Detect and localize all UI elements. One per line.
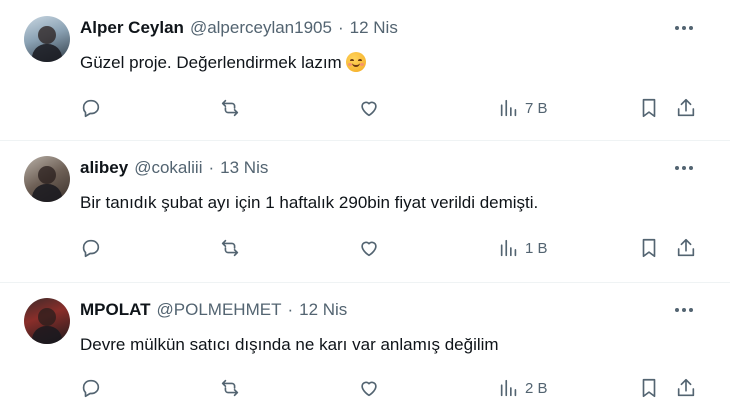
views-button[interactable]: 2 B — [498, 376, 548, 400]
repost-button[interactable] — [219, 236, 241, 260]
views-count: 7 B — [525, 99, 548, 117]
heart-icon — [361, 381, 377, 397]
bookmark-icon — [642, 98, 656, 118]
reply-button[interactable] — [80, 376, 102, 400]
more-options-icon[interactable] — [672, 300, 696, 320]
more-options-icon[interactable] — [672, 18, 696, 38]
reply-date[interactable]: 12 Nis — [350, 18, 398, 38]
repost-icon — [221, 239, 239, 257]
reply-item[interactable]: alibey @cokaliii · 13 Nis Bir tanıdık şu… — [0, 140, 730, 282]
separator-dot: · — [208, 158, 215, 177]
heart-icon — [361, 101, 377, 117]
smiling-face-emoji-icon — [345, 52, 366, 72]
analytics-icon — [500, 379, 517, 397]
share-icon — [677, 98, 695, 117]
reply-item[interactable]: Alper Ceylan @alperceylan1905 · 12 Nis G… — [0, 0, 730, 140]
action-bar: 7 B — [0, 94, 730, 122]
views-button[interactable]: 1 B — [498, 236, 548, 260]
user-handle[interactable]: @cokaliii — [134, 158, 202, 178]
reply-date[interactable]: 13 Nis — [220, 158, 268, 178]
reply-text: Bir tanıdık şubat ayı için 1 haftalık 29… — [80, 193, 539, 212]
views-count: 1 B — [525, 239, 548, 257]
share-icon — [677, 378, 695, 397]
reply-icon — [82, 239, 100, 258]
views-count: 2 B — [525, 379, 548, 397]
reply-header: MPOLAT @POLMEHMET · 12 Nis — [80, 300, 347, 320]
reply-header: alibey @cokaliii · 13 Nis — [80, 158, 268, 178]
like-button[interactable] — [358, 236, 380, 260]
display-name[interactable]: MPOLAT — [80, 300, 151, 320]
like-button[interactable] — [358, 96, 380, 120]
reply-text: Güzel proje. Değerlendirmek lazım — [80, 52, 366, 74]
heart-icon — [361, 241, 377, 257]
reply-button[interactable] — [80, 236, 102, 260]
reply-button[interactable] — [80, 96, 102, 120]
user-handle[interactable]: @alperceylan1905 — [190, 18, 332, 38]
reply-date[interactable]: 12 Nis — [299, 300, 347, 320]
reply-header: Alper Ceylan @alperceylan1905 · 12 Nis — [80, 18, 398, 38]
separator-dot: · — [337, 18, 344, 37]
reply-text-content: Güzel proje. Değerlendirmek lazım — [80, 53, 342, 72]
share-button[interactable] — [675, 376, 697, 400]
reply-icon — [82, 379, 100, 398]
share-icon — [677, 238, 695, 257]
bookmark-button[interactable] — [638, 96, 660, 120]
share-button[interactable] — [675, 236, 697, 260]
more-options-icon[interactable] — [672, 158, 696, 178]
analytics-icon — [500, 239, 517, 257]
action-bar: 2 B — [0, 374, 730, 402]
reply-icon — [82, 99, 100, 118]
separator-dot: · — [287, 300, 294, 319]
bookmark-button[interactable] — [638, 376, 660, 400]
bookmark-button[interactable] — [638, 236, 660, 260]
repost-button[interactable] — [219, 96, 241, 120]
action-bar: 1 B — [0, 234, 730, 262]
bookmark-icon — [642, 378, 656, 398]
like-button[interactable] — [358, 376, 380, 400]
repost-button[interactable] — [219, 376, 241, 400]
analytics-icon — [500, 99, 517, 117]
avatar[interactable] — [24, 156, 70, 202]
share-button[interactable] — [675, 96, 697, 120]
repost-icon — [221, 99, 239, 117]
avatar[interactable] — [24, 16, 70, 62]
avatar[interactable] — [24, 298, 70, 344]
views-button[interactable]: 7 B — [498, 96, 548, 120]
user-handle[interactable]: @POLMEHMET — [157, 300, 282, 320]
display-name[interactable]: Alper Ceylan — [80, 18, 184, 38]
display-name[interactable]: alibey — [80, 158, 128, 178]
reply-item[interactable]: MPOLAT @POLMEHMET · 12 Nis Devre mülkün … — [0, 282, 730, 420]
repost-icon — [221, 379, 239, 397]
bookmark-icon — [642, 238, 656, 258]
reply-text: Devre mülkün satıcı dışında ne karı var … — [80, 335, 499, 354]
